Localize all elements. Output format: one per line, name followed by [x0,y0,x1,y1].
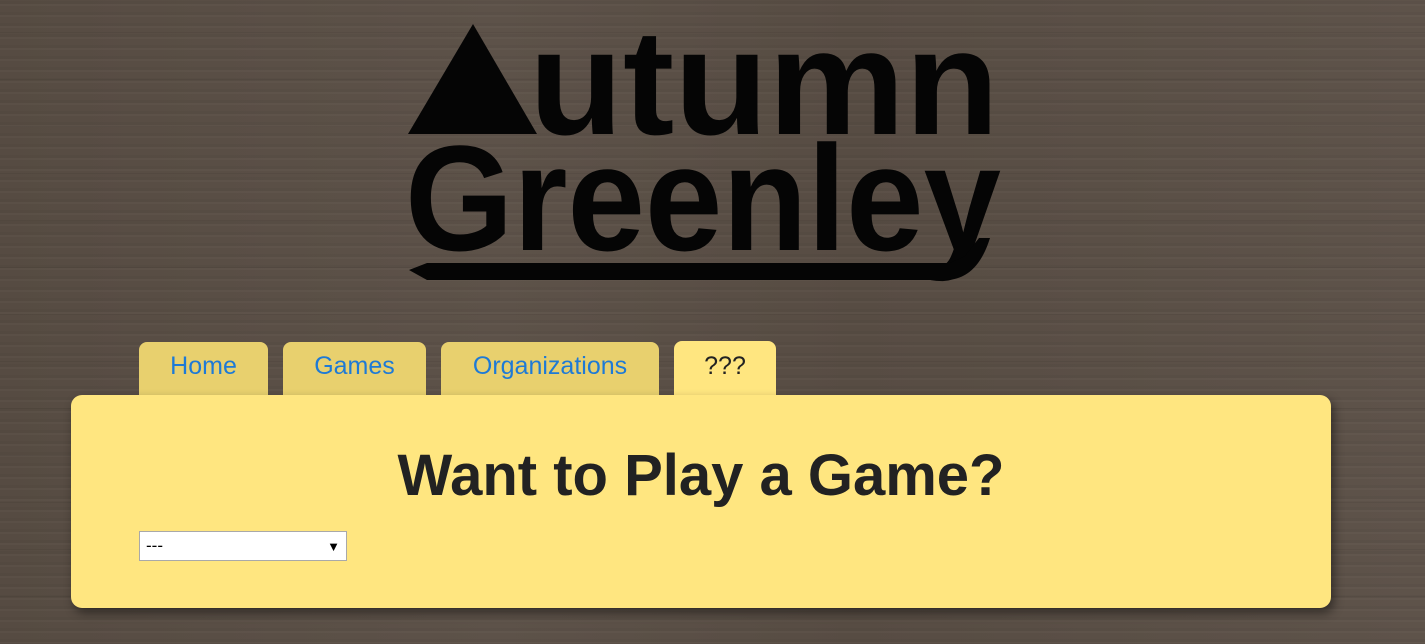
site-logo[interactable]: utumn Greenley [405,18,1005,286]
tab-mystery[interactable]: ??? [674,341,776,395]
tab-organizations[interactable]: Organizations [441,342,659,395]
game-select-value: --- [146,536,163,555]
content-panel: Want to Play a Game? --- ▼ [71,395,1331,608]
logo-line2: Greenley [405,114,1001,282]
page-title: Want to Play a Game? [397,443,1005,508]
dropdown-triangle-icon: ▼ [327,538,340,554]
tab-games[interactable]: Games [283,342,426,395]
tab-home[interactable]: Home [139,342,268,395]
main-nav-tabs: Home Games Organizations ??? [139,341,791,395]
game-select[interactable]: --- ▼ [139,531,347,561]
